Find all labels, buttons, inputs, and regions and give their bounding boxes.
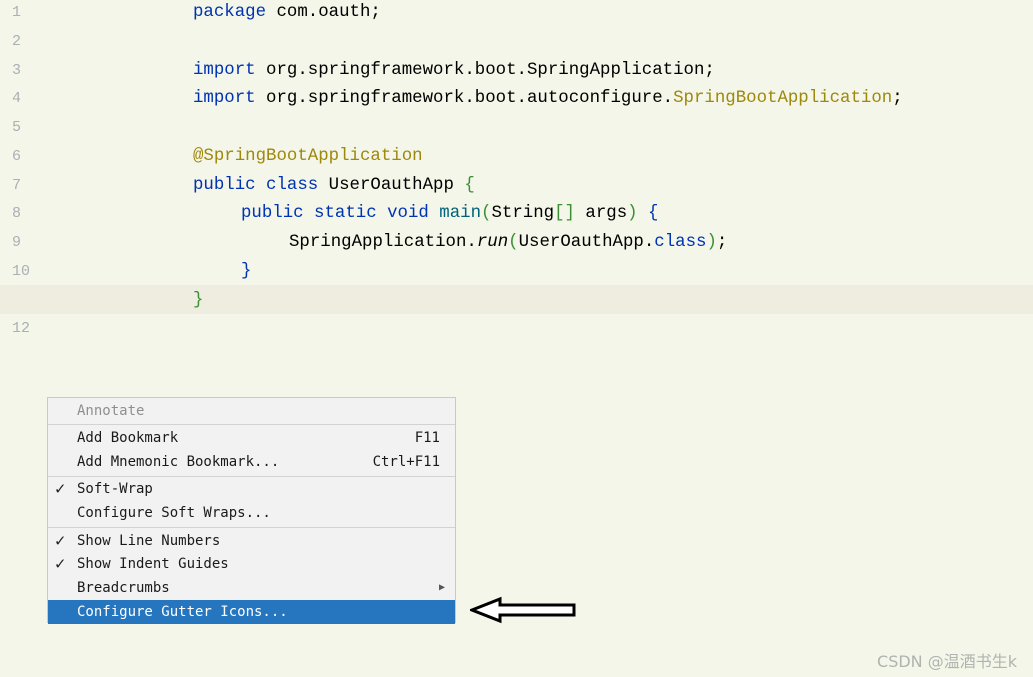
menu-item-show-indent-guides[interactable]: ✓ Show Indent Guides [48, 552, 455, 576]
code-line-10[interactable]: } [241, 262, 251, 282]
checkmark-icon: ✓ [55, 554, 66, 574]
menu-item-show-line-numbers[interactable]: ✓ Show Line Numbers [48, 529, 455, 553]
code-line-11[interactable]: } [193, 291, 203, 311]
line-number: 5 [12, 119, 22, 136]
line-number: 3 [12, 62, 22, 79]
code-line-1[interactable]: package com.oauth; [193, 3, 381, 23]
line-number: 6 [12, 148, 22, 165]
checkmark-icon: ✓ [55, 531, 66, 551]
menu-separator [48, 424, 455, 425]
menu-item-add-bookmark[interactable]: Add Bookmark F11 [48, 426, 455, 450]
line-number: 7 [12, 177, 22, 194]
line-number: 8 [12, 205, 22, 222]
left-arrow-icon [470, 596, 576, 624]
menu-item-add-mnemonic-bookmark[interactable]: Add Mnemonic Bookmark... Ctrl+F11 [48, 450, 455, 474]
line-number: 2 [12, 33, 22, 50]
menu-item-configure-soft-wraps[interactable]: Configure Soft Wraps... [48, 501, 455, 525]
menu-separator [48, 527, 455, 528]
code-line-7[interactable]: public class UserOauthApp { [193, 176, 475, 196]
menu-item-annotate[interactable]: Annotate [48, 399, 455, 423]
current-line-highlight [0, 285, 1033, 314]
watermark-text: CSDN @温酒书生k [877, 652, 1017, 671]
line-number: 10 [12, 263, 31, 280]
menu-item-configure-gutter-icons[interactable]: Configure Gutter Icons... [48, 600, 455, 624]
gutter-context-menu: Annotate Add Bookmark F11 Add Mnemonic B… [47, 397, 456, 624]
code-line-8[interactable]: public static void main(String[] args) { [241, 204, 658, 224]
menu-item-soft-wrap[interactable]: ✓ Soft-Wrap [48, 477, 455, 501]
code-line-4[interactable]: import org.springframework.boot.autoconf… [193, 89, 903, 109]
line-number: 4 [12, 90, 22, 107]
code-line-9[interactable]: SpringApplication.run(UserOauthApp.class… [289, 233, 727, 253]
menu-item-breadcrumbs[interactable]: Breadcrumbs ▶ [48, 576, 455, 600]
code-line-3[interactable]: import org.springframework.boot.SpringAp… [193, 61, 715, 81]
submenu-arrow-icon: ▶ [438, 582, 445, 593]
line-number: 9 [12, 234, 22, 251]
code-line-6[interactable]: @SpringBootApplication [193, 147, 423, 167]
line-number: 1 [12, 4, 22, 21]
checkmark-icon: ✓ [55, 479, 66, 499]
line-number: 12 [12, 320, 31, 337]
